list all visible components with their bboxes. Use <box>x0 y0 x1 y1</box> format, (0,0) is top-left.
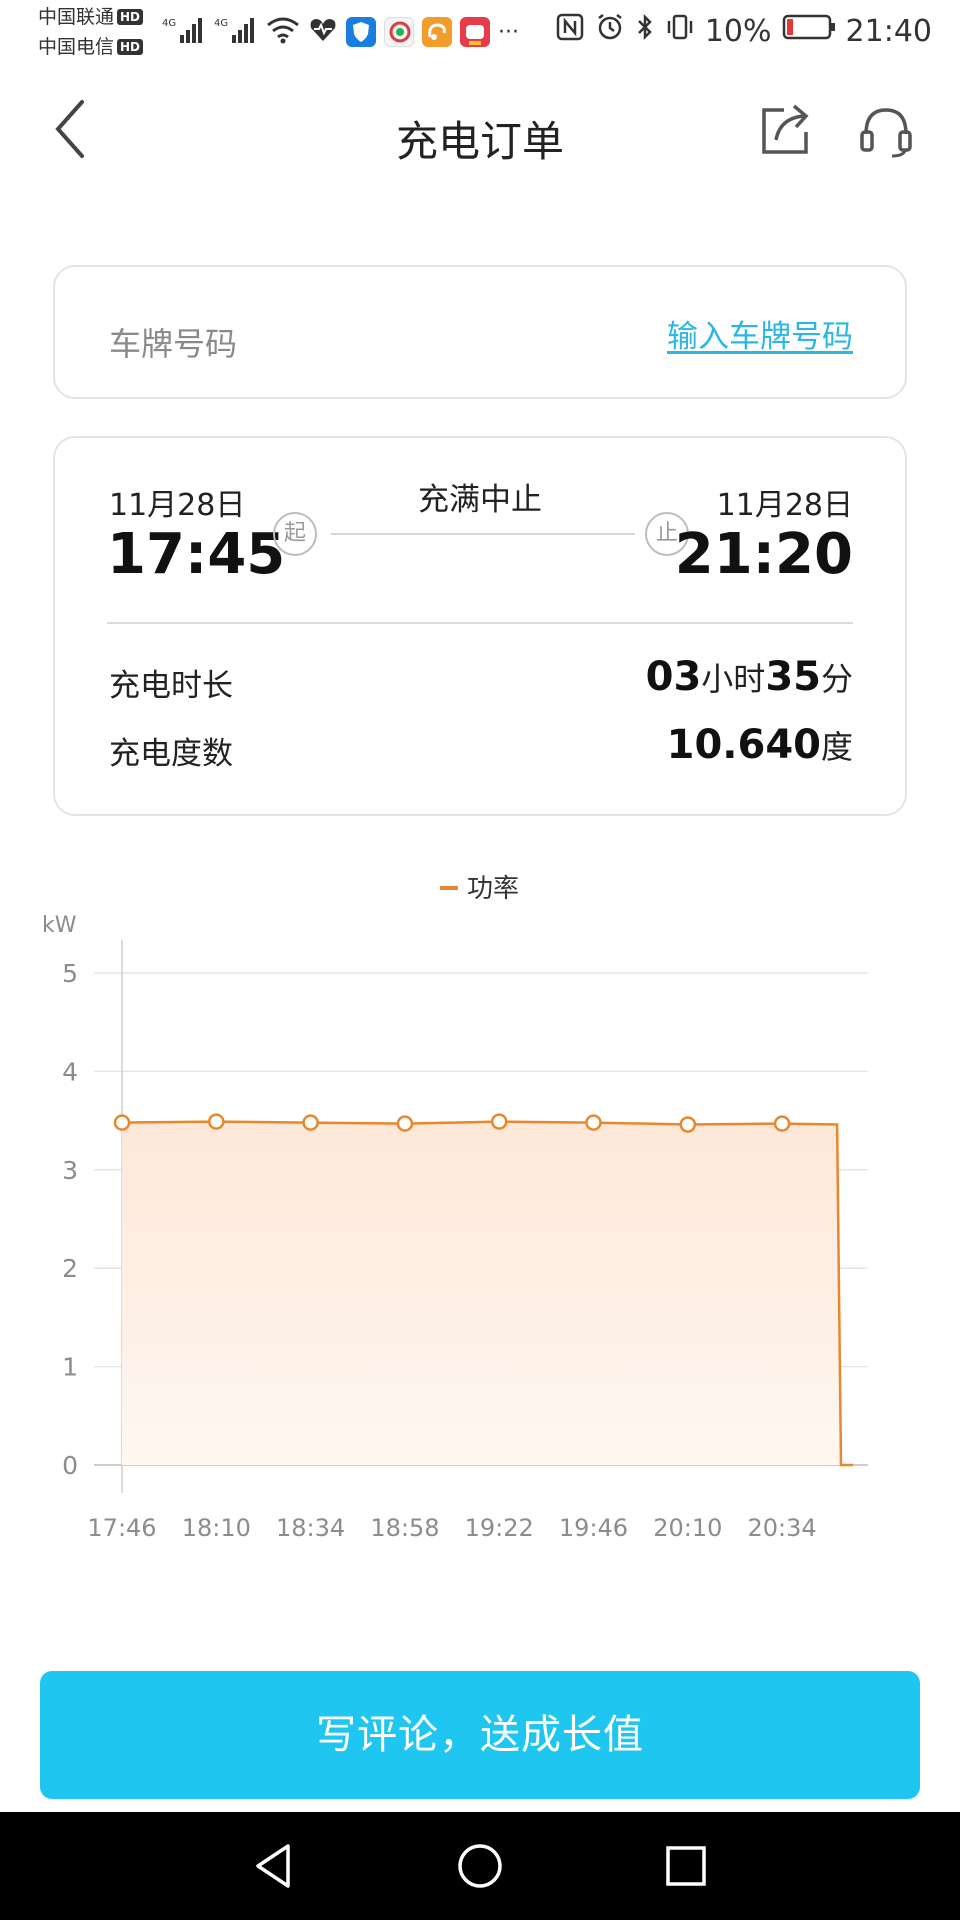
data-point <box>396 1115 414 1132</box>
wifi-icon <box>266 15 300 49</box>
card-divider <box>107 622 853 624</box>
data-point <box>679 1116 697 1133</box>
plate-label: 车牌号码 <box>109 325 238 363</box>
hd-badge-1: HD <box>117 9 144 25</box>
carrier-1-name: 中国联通 <box>38 6 115 28</box>
energy-amount: 10.640 <box>666 722 821 768</box>
data-point <box>773 1115 791 1132</box>
end-time: 21:20 <box>674 522 853 587</box>
video-app-icon <box>384 17 414 47</box>
status-icons-right: 10% 21:40 <box>555 10 932 52</box>
data-point <box>113 1114 131 1131</box>
y-tick-label: 1 <box>62 1353 78 1382</box>
share-button[interactable] <box>756 100 816 160</box>
network-label-2: 4G <box>214 18 228 29</box>
start-time: 17:45 <box>107 522 286 587</box>
battery-level: 10% <box>704 13 772 49</box>
page-title: 充电订单 <box>395 117 564 166</box>
x-tick-label: 18:58 <box>370 1514 439 1542</box>
duration-minutes-unit: 分 <box>820 660 853 698</box>
y-axis-label: kW <box>42 913 77 938</box>
bluetooth-icon <box>635 12 655 50</box>
x-tick-label: 18:10 <box>182 1514 251 1542</box>
duration-hours: 03 <box>645 654 702 700</box>
hd-badge-2: HD <box>117 39 144 55</box>
timeline-connector <box>331 533 635 535</box>
y-tick-label: 5 <box>62 959 78 988</box>
duration-hours-unit: 小时 <box>701 660 766 698</box>
y-tick-label: 0 <box>62 1451 78 1480</box>
more-notifications: ··· <box>498 19 519 45</box>
order-card: 11月28日 17:45 充满中止 起 止 11月28日 21:20 充电时长 … <box>53 436 907 816</box>
game-app-icon <box>460 17 490 47</box>
vibrate-icon <box>665 12 695 50</box>
uc-browser-icon <box>422 17 452 47</box>
carrier-2-name: 中国电信 <box>38 36 115 58</box>
power-area <box>122 1121 841 1465</box>
system-back-button[interactable] <box>250 1842 298 1890</box>
duration-value: 03小时35分 <box>646 654 853 700</box>
x-tick-label: 20:34 <box>748 1514 817 1542</box>
android-nav-bar <box>0 1812 960 1920</box>
nfc-icon <box>555 12 585 50</box>
clock: 21:40 <box>845 13 932 49</box>
shield-app-icon <box>346 17 376 47</box>
nav-home-icon <box>458 1844 502 1888</box>
data-point <box>585 1114 602 1131</box>
health-icon <box>308 15 338 49</box>
network-label-1: 4G <box>162 18 176 29</box>
data-point <box>490 1113 508 1130</box>
data-point <box>208 1113 225 1130</box>
x-tick-label: 17:46 <box>87 1514 156 1542</box>
nav-recent-icon <box>666 1846 706 1886</box>
y-tick-label: 2 <box>62 1254 78 1283</box>
signal-icon-2: 4G <box>214 15 258 49</box>
headset-icon <box>860 108 912 158</box>
energy-value: 10.640度 <box>667 722 853 768</box>
status-icons-left: 4G 4G ··· <box>162 12 519 52</box>
power-chart: 0 1 2 3 4 5 kW 17:46 18:10 18:34 18:58 19:22 19:46 20… <box>0 860 960 1550</box>
power-chart-svg: 0 1 2 3 4 5 kW 17:46 18:10 18:34 18:58 19:22 19:46 20… <box>42 874 868 1542</box>
share-icon <box>762 104 809 154</box>
battery-icon <box>782 12 836 50</box>
duration-label: 充电时长 <box>109 668 233 704</box>
start-tag: 起 <box>273 512 317 556</box>
energy-label: 充电度数 <box>109 736 233 772</box>
plate-card: 车牌号码 输入车牌号码 <box>53 265 907 399</box>
carrier-2: 中国电信 HD <box>38 36 144 58</box>
system-home-button[interactable] <box>456 1842 504 1890</box>
write-review-button[interactable]: 写评论，送成长值 <box>40 1671 920 1799</box>
customer-service-button[interactable] <box>856 100 916 160</box>
enter-plate-link[interactable]: 输入车牌号码 <box>667 311 853 356</box>
carrier-1: 中国联通 HD <box>38 6 144 28</box>
x-tick-label: 19:46 <box>559 1514 628 1542</box>
x-tick-label: 18:34 <box>276 1514 345 1542</box>
end-date: 11月28日 <box>716 488 853 523</box>
legend-label: 功率 <box>467 874 519 904</box>
x-tick-label: 19:22 <box>465 1514 534 1542</box>
nav-bar: 充电订单 <box>0 70 960 190</box>
nav-back-icon <box>256 1844 290 1888</box>
duration-minutes: 35 <box>765 654 821 700</box>
data-point <box>302 1114 319 1131</box>
alarm-icon <box>595 12 625 50</box>
x-tick-label: 20:10 <box>653 1514 722 1542</box>
y-tick-label: 4 <box>62 1057 78 1086</box>
signal-icon: 4G <box>162 15 206 49</box>
status-bar: 中国联通 HD 中国电信 HD 4G 4G ··· 10% 21:40 <box>0 0 960 62</box>
system-recent-button[interactable] <box>662 1842 710 1890</box>
y-tick-label: 3 <box>62 1156 78 1185</box>
energy-unit: 度 <box>820 728 853 766</box>
